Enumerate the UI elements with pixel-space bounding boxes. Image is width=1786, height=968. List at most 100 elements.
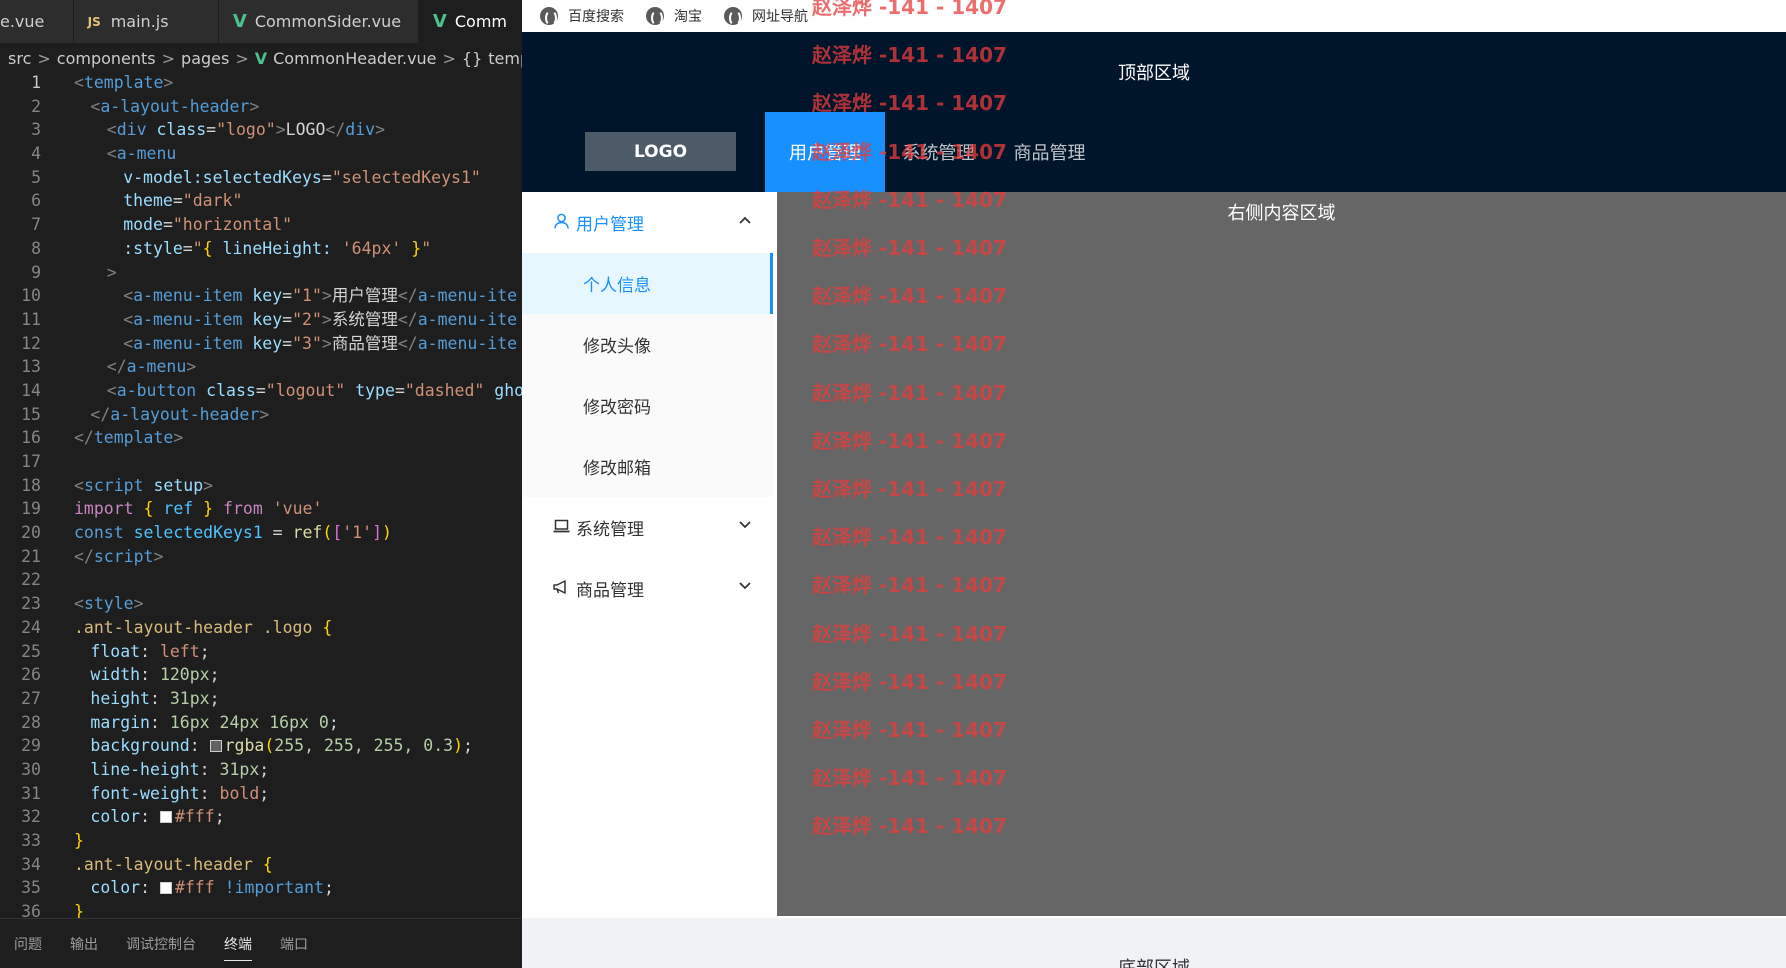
breadcrumb-src[interactable]: src [8,49,31,68]
code-line[interactable]: 10 <a-menu-item key="1">用户管理</a-menu-ite [0,284,522,308]
submenu-system-mgmt[interactable]: 系统管理 [522,497,773,558]
code-area[interactable]: 1 <template> 2 <a-layout-header> 3 <div class… [0,71,522,919]
line-number: 2 [31,96,41,116]
code-token: </ [106,357,127,377]
submenu-label: 用户管理 [576,215,644,235]
code-token: color [90,807,141,827]
code-line[interactable]: 6 theme="dark" [0,189,522,213]
code-line[interactable]: 28 margin: 16px 24px 16px 0; [0,711,522,735]
code-line[interactable]: 16 </template> [0,426,522,450]
code-token: ref [292,523,323,543]
code-line[interactable]: 14 <a-button class="logout" type="dashed"… [0,379,522,403]
code-line[interactable]: 25 float: left; [0,640,522,664]
code-line[interactable]: 19 import { ref } from 'vue' [0,497,522,521]
code-line[interactable]: 35 color: #fff !important; [0,876,522,900]
breadcrumb-components[interactable]: components [57,49,156,68]
code-line[interactable]: 31 font-weight: bold; [0,782,522,806]
code-line[interactable]: 23 <style> [0,592,522,616]
code-token: "3" [292,333,322,353]
sider-menu: 用户管理 个人信息 修改头像 修改密码 修改邮箱 系统管理 商品管理 [522,192,773,916]
code-line[interactable]: 5 v-model:selectedKeys="selectedKeys1" [0,166,522,190]
code-line[interactable]: 26 width: 120px; [0,663,522,687]
top-menu-item-user[interactable]: 用户管理 [765,112,885,192]
line-number: 16 [21,428,41,448]
code-token: "dark" [182,191,243,211]
submenu-user-list: 个人信息 修改头像 修改密码 修改邮箱 [522,253,773,497]
code-line[interactable]: 13 </a-menu> [0,355,522,379]
line-content: <a-button class="logout" type="dashed" g… [107,379,522,403]
code-line[interactable]: 27 height: 31px; [0,687,522,711]
color-swatch-icon[interactable] [209,740,222,753]
code-line[interactable]: 18 <script setup> [0,474,522,498]
menu-item-password[interactable]: 修改密码 [522,375,773,436]
code-line[interactable]: 2 <a-layout-header> [0,95,522,119]
code-line[interactable]: 34 .ant-layout-header { [0,853,522,877]
color-swatch-icon[interactable] [159,811,172,824]
menu-item-email[interactable]: 修改邮箱 [522,436,773,497]
submenu-user-mgmt[interactable]: 用户管理 [522,192,773,253]
breadcrumb-file[interactable]: CommonHeader.vue [273,49,436,68]
top-menu-item-goods[interactable]: 商品管理 [992,112,1107,192]
code-token: margin [90,712,150,732]
code-line[interactable]: 33} [0,829,522,853]
code-line[interactable]: 7 mode="horizontal" [0,213,522,237]
code-token: ghos [494,380,522,400]
code-line[interactable]: 29 background: rgba(255, 255, 255, 0.3); [0,734,522,758]
code-line[interactable]: 12 <a-menu-item key="3">商品管理</a-menu-ite [0,332,522,356]
code-line[interactable]: 30 line-height: 31px; [0,758,522,782]
code-token: ref [163,499,194,519]
code-token: ; [323,878,334,898]
code-line[interactable]: 22 [0,568,522,592]
panel-tab-problems[interactable]: 问题 [14,919,42,968]
code-token: :style [123,238,183,258]
tab-main-js[interactable]: JS main.js [73,0,219,43]
code-line[interactable]: 20 const selectedKeys1 = ref(['1']) [0,521,522,545]
breadcrumb-symbol[interactable]: template [488,49,522,68]
chevron-right-icon: > [37,48,51,68]
code-line[interactable]: 8:style="{ lineHeight: '64px' }" [0,237,522,261]
code-line[interactable]: 3 <div class="logo">LOGO</div> [0,118,522,142]
bookmark-taobao[interactable]: 淘宝 [646,6,702,26]
line-number: 23 [21,594,41,614]
color-swatch-icon[interactable] [159,882,172,895]
code-token: 120px [159,665,210,685]
line-number: 34 [21,854,41,874]
breadcrumb: src > components > pages > V CommonHeade… [0,43,522,73]
breadcrumb-pages[interactable]: pages [181,49,229,68]
tab-common-sider[interactable]: V CommonSider.vue [218,0,419,43]
bookmark-nav[interactable]: 网址导航 [724,6,808,26]
menu-item-profile[interactable]: 个人信息 [522,253,773,314]
code-line[interactable]: 1 <template> [0,71,522,95]
top-menu-item-system[interactable]: 系统管理 [885,112,992,192]
line-content: <div class="logo">LOGO</div> [107,118,385,142]
code-token: "selectedKeys1" [331,167,481,187]
panel-tab-debug-console[interactable]: 调试控制台 [126,919,196,968]
panel-tab-ports[interactable]: 端口 [280,919,308,968]
layout-header: 顶部区域 LOGO 用户管理 系统管理 商品管理 [522,32,1786,192]
code-token: 31px [169,688,210,708]
line-number: 12 [21,333,41,353]
code-token: = [394,380,405,400]
code-line[interactable]: 4 <a-menu [0,142,522,166]
tab-common-header[interactable]: V Comm [418,0,522,43]
submenu-goods-mgmt[interactable]: 商品管理 [522,558,773,619]
code-line[interactable]: 21 </script> [0,545,522,569]
code-line[interactable]: 36} [0,900,522,919]
code-line[interactable]: 15 </a-layout-header> [0,403,522,427]
panel-tab-output[interactable]: 输出 [70,919,98,968]
code-line[interactable]: 32 color: #fff; [0,805,522,829]
tab-e-vue[interactable]: e.vue [0,0,74,43]
code-line[interactable]: 24 .ant-layout-header .logo { [0,616,522,640]
code-line[interactable]: 11 <a-menu-item key="2">系统管理</a-menu-ite [0,308,522,332]
panel-tab-terminal[interactable]: 终端 [224,919,252,968]
code-line[interactable]: 17 [0,450,522,474]
menu-item-avatar[interactable]: 修改头像 [522,314,773,375]
code-line[interactable]: 9 > [0,261,522,285]
bookmark-baidu[interactable]: 百度搜索 [540,6,624,26]
code-token: > [203,475,214,495]
line-content: margin: 16px 24px 16px 0; [90,711,338,735]
line-number: 20 [21,523,41,543]
code-token: key [252,286,283,306]
